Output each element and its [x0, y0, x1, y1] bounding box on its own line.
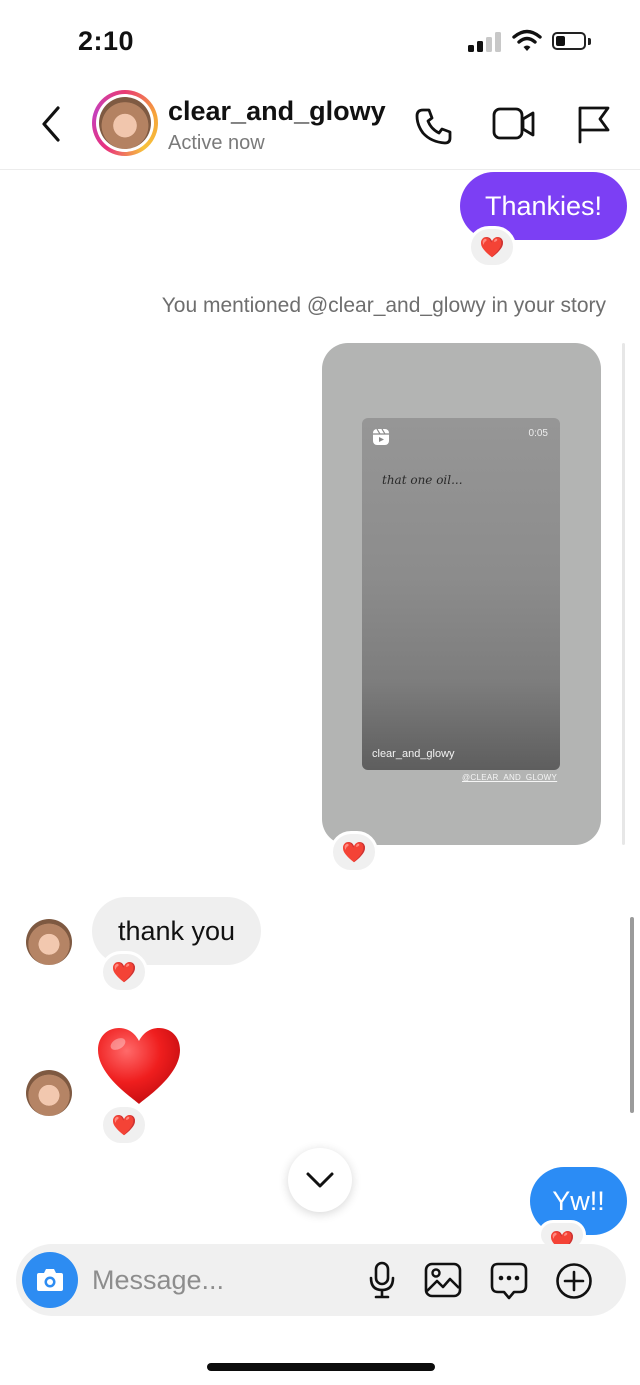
message-text: Yw!!	[552, 1185, 605, 1216]
gallery-icon[interactable]	[424, 1262, 462, 1298]
large-heart-icon	[98, 1028, 180, 1104]
message-input[interactable]	[92, 1258, 352, 1302]
message-text: thank you	[117, 915, 236, 946]
plus-icon[interactable]	[555, 1262, 593, 1300]
video-icon[interactable]	[492, 106, 536, 142]
story-mention-card[interactable]: 0:05 that one oil... clear_and_glowy @CL…	[322, 343, 601, 845]
heart-reaction[interactable]: ❤️	[330, 831, 378, 873]
reel-duration: 0:05	[528, 428, 548, 439]
chevron-down-icon	[306, 1172, 334, 1188]
sender-avatar[interactable]	[26, 1070, 72, 1116]
back-icon	[42, 106, 60, 142]
heart-icon: ❤️	[479, 236, 505, 259]
message-text: Thankies!	[484, 190, 603, 221]
story-scroll-indicator	[622, 343, 625, 845]
reels-icon	[373, 428, 389, 445]
phone-icon[interactable]	[414, 106, 454, 146]
message-composer	[16, 1244, 626, 1316]
status-time: 2:10	[78, 26, 135, 56]
avatar[interactable]	[92, 90, 158, 156]
received-heart-message[interactable]: ❤️	[94, 1024, 184, 1110]
camera-icon	[37, 1269, 63, 1291]
battery-icon	[552, 32, 592, 52]
story-mention-notice: You mentioned @clear_and_glowy in your s…	[161, 294, 606, 317]
heart-reaction[interactable]: ❤️	[100, 1104, 148, 1146]
avatar-photo	[99, 97, 151, 149]
reel-watermark: @CLEAR_AND_GLOWY	[462, 773, 558, 782]
active-status: Active now	[168, 132, 265, 154]
home-indicator[interactable]	[207, 1363, 435, 1371]
scroll-to-bottom-button[interactable]	[288, 1148, 352, 1212]
reel-username: clear_and_glowy	[372, 748, 455, 760]
reel-caption: that one oil...	[382, 473, 463, 487]
heart-icon: ❤️	[341, 841, 367, 864]
heart-reaction[interactable]: ❤️	[100, 951, 148, 993]
chat-scrollbar[interactable]	[630, 917, 634, 1113]
back-button[interactable]	[34, 104, 68, 144]
chat-username[interactable]: clear_and_glowy	[168, 96, 386, 127]
microphone-icon[interactable]	[368, 1261, 396, 1299]
sticker-icon[interactable]	[490, 1262, 528, 1300]
reel-preview[interactable]: 0:05 that one oil... clear_and_glowy	[362, 418, 560, 770]
sender-avatar[interactable]	[26, 919, 72, 965]
heart-reaction[interactable]: ❤️	[468, 226, 516, 268]
wifi-icon	[512, 29, 542, 53]
heart-icon: ❤️	[111, 1114, 137, 1137]
cellular-signal-icon	[468, 32, 502, 52]
header-divider	[0, 169, 640, 170]
heart-icon: ❤️	[111, 961, 137, 984]
flag-icon[interactable]	[576, 104, 612, 144]
camera-button[interactable]	[22, 1252, 78, 1308]
